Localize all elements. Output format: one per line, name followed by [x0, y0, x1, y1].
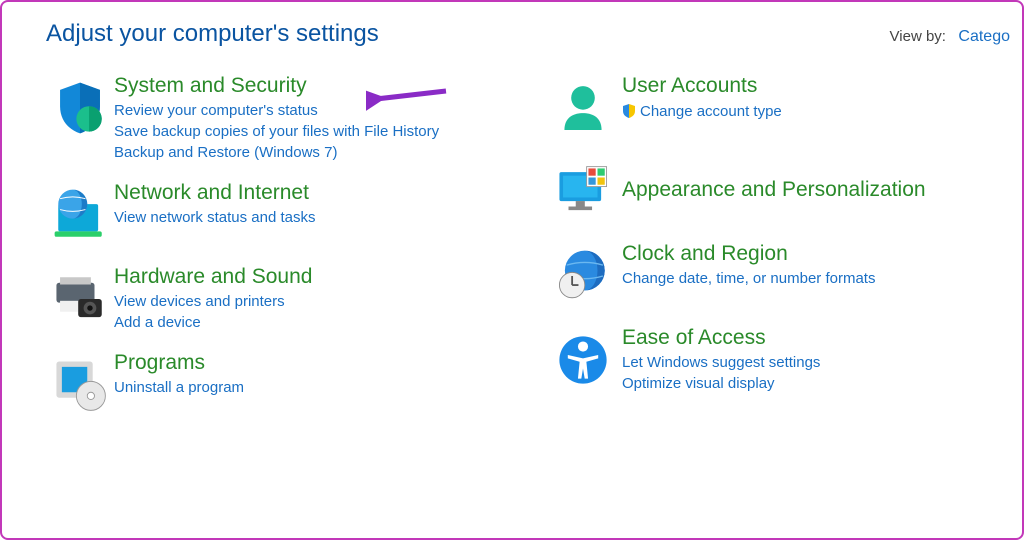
category-heading-network[interactable]: Network and Internet [114, 181, 316, 205]
category-heading-appearance[interactable]: Appearance and Personalization [622, 178, 926, 202]
category-user-accounts: User Accounts Change account type [544, 74, 1002, 142]
user-account-icon [544, 74, 622, 142]
category-network-internet: Network and Internet View network status… [46, 181, 504, 249]
page-title: Adjust your computer's settings [46, 20, 379, 48]
category-heading-programs[interactable]: Programs [114, 351, 244, 375]
category-heading-hardware[interactable]: Hardware and Sound [114, 265, 312, 289]
link-optimize-display[interactable]: Optimize visual display [622, 375, 820, 392]
programs-disc-icon [46, 351, 114, 419]
link-devices-printers[interactable]: View devices and printers [114, 293, 312, 310]
uac-shield-icon [622, 104, 636, 118]
shield-security-icon [46, 74, 114, 142]
category-hardware-sound: Hardware and Sound View devices and prin… [46, 265, 504, 335]
link-review-status[interactable]: Review your computer's status [114, 102, 439, 119]
link-suggest-settings[interactable]: Let Windows suggest settings [622, 354, 820, 371]
link-change-account-type-text: Change account type [640, 103, 782, 120]
link-change-datetime[interactable]: Change date, time, or number formats [622, 270, 875, 287]
accessibility-icon [544, 326, 622, 394]
link-file-history[interactable]: Save backup copies of your files with Fi… [114, 123, 439, 140]
category-heading-user-accounts[interactable]: User Accounts [622, 74, 782, 98]
category-clock-region: Clock and Region Change date, time, or n… [544, 242, 1002, 310]
network-globe-icon [46, 181, 114, 249]
viewby-dropdown[interactable]: Catego [958, 28, 1010, 45]
category-ease-of-access: Ease of Access Let Windows suggest setti… [544, 326, 1002, 396]
link-uninstall-program[interactable]: Uninstall a program [114, 379, 244, 396]
category-heading-system-security[interactable]: System and Security [114, 74, 439, 98]
hardware-printer-icon [46, 265, 114, 333]
appearance-monitor-icon [544, 158, 622, 226]
link-backup-restore[interactable]: Backup and Restore (Windows 7) [114, 144, 439, 161]
category-heading-ease-access[interactable]: Ease of Access [622, 326, 820, 350]
category-appearance: Appearance and Personalization [544, 158, 1002, 226]
category-heading-clock-region[interactable]: Clock and Region [622, 242, 875, 266]
category-programs: Programs Uninstall a program [46, 351, 504, 419]
viewby-label: View by: [890, 28, 946, 45]
category-system-security: System and Security Review your computer… [46, 74, 504, 165]
link-change-account-type[interactable]: Change account type [622, 102, 782, 120]
link-add-device[interactable]: Add a device [114, 314, 312, 331]
clock-region-icon [544, 242, 622, 310]
link-network-status[interactable]: View network status and tasks [114, 209, 316, 226]
